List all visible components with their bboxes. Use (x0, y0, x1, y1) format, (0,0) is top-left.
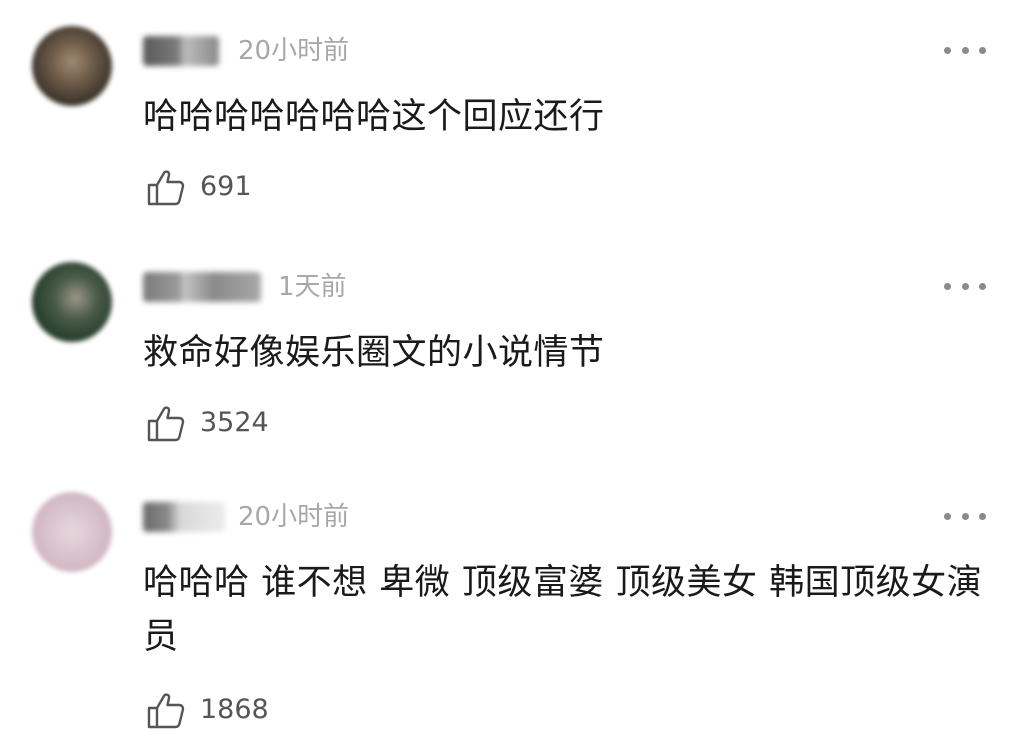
avatar[interactable] (32, 492, 112, 572)
like-count: 1868 (200, 694, 269, 725)
comment-item: 20小时前 哈哈哈 谁不想 卑微 顶级富婆 顶级美女 韩国顶级女演员 1868 (0, 0, 1024, 743)
like-button[interactable]: 1868 (146, 690, 269, 730)
comment-text: 哈哈哈 谁不想 卑微 顶级富婆 顶级美女 韩国顶级女演员 (143, 563, 983, 657)
username-blurred[interactable] (143, 502, 225, 532)
thumbs-up-icon (147, 693, 185, 729)
comment-time: 20小时前 (238, 502, 350, 532)
more-options-icon[interactable] (944, 510, 986, 522)
